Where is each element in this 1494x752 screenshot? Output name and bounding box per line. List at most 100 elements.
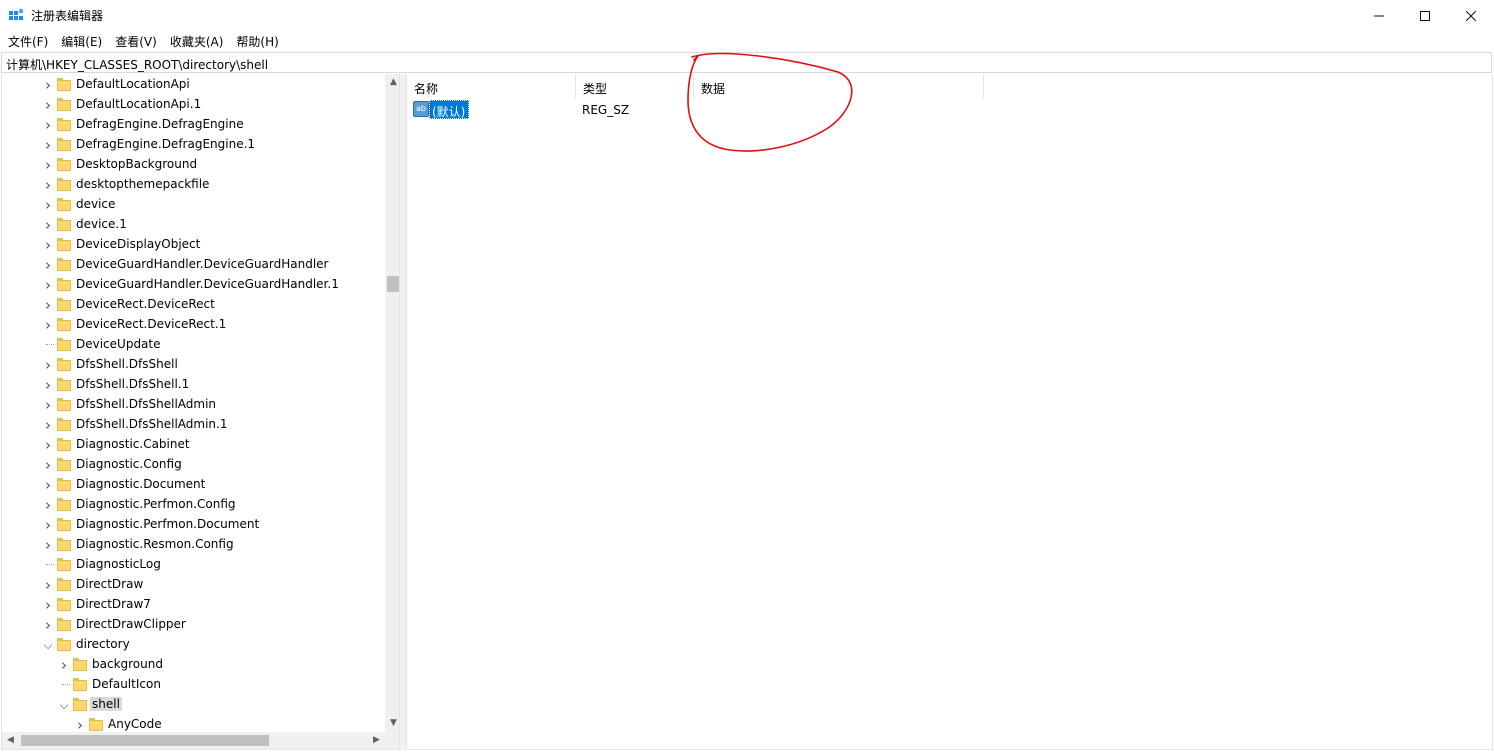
tree-item[interactable]: › DesktopBackground bbox=[2, 155, 384, 175]
tree-item[interactable]: › DfsShell.DfsShellAdmin bbox=[2, 395, 384, 415]
tree-item[interactable]: › DeviceGuardHandler.DeviceGuardHandler.1 bbox=[2, 275, 384, 295]
chevron-right-icon[interactable]: › bbox=[41, 576, 55, 594]
tree-item[interactable]: › device bbox=[2, 195, 384, 215]
folder-icon bbox=[89, 718, 103, 732]
tree-item[interactable]: DefaultIcon bbox=[2, 675, 384, 695]
chevron-right-icon[interactable]: › bbox=[41, 176, 55, 194]
tree-item[interactable]: › DefaultLocationApi bbox=[2, 75, 384, 95]
chevron-right-icon[interactable]: › bbox=[41, 436, 55, 454]
close-button[interactable] bbox=[1448, 0, 1494, 31]
chevron-right-icon[interactable]: › bbox=[41, 76, 55, 94]
tree-item[interactable]: › DirectDrawClipper bbox=[2, 615, 384, 635]
chevron-right-icon[interactable]: › bbox=[41, 476, 55, 494]
chevron-right-icon[interactable]: › bbox=[41, 616, 55, 634]
chevron-right-icon[interactable]: › bbox=[41, 196, 55, 214]
chevron-right-icon[interactable]: › bbox=[41, 316, 55, 334]
chevron-right-icon[interactable]: › bbox=[41, 416, 55, 434]
chevron-right-icon[interactable]: › bbox=[41, 276, 55, 294]
column-header-data[interactable]: 数据 bbox=[694, 74, 984, 99]
string-value-icon: ab bbox=[413, 101, 429, 117]
close-icon bbox=[1466, 10, 1476, 21]
menu-edit[interactable]: 编辑(E) bbox=[55, 31, 109, 51]
value-name[interactable]: (默认) bbox=[429, 100, 470, 119]
chevron-right-icon[interactable]: › bbox=[41, 356, 55, 374]
tree-item[interactable]: › Diagnostic.Perfmon.Document bbox=[2, 515, 384, 535]
chevron-right-icon[interactable]: › bbox=[73, 716, 87, 732]
folder-icon bbox=[73, 678, 87, 692]
tree-item[interactable]: › DeviceRect.DeviceRect.1 bbox=[2, 315, 384, 335]
tree-item-label: Diagnostic.Perfmon.Config bbox=[76, 497, 236, 511]
scroll-left-icon[interactable]: ◀ bbox=[2, 732, 19, 749]
menu-bar: 文件(F) 编辑(E) 查看(V) 收藏夹(A) 帮助(H) bbox=[0, 31, 1494, 51]
scroll-right-icon[interactable]: ▶ bbox=[368, 732, 385, 749]
folder-icon bbox=[57, 438, 71, 452]
folder-icon bbox=[57, 638, 71, 652]
tree-item[interactable]: › AnyCode bbox=[2, 715, 384, 732]
vertical-scroll-thumb[interactable] bbox=[387, 276, 399, 292]
tree-item[interactable]: › Diagnostic.Resmon.Config bbox=[2, 535, 384, 555]
chevron-right-icon[interactable]: › bbox=[41, 136, 55, 154]
scroll-down-icon[interactable]: ▼ bbox=[385, 715, 399, 732]
tree-item[interactable]: › DefragEngine.DefragEngine bbox=[2, 115, 384, 135]
tree-item-label: Diagnostic.Cabinet bbox=[76, 437, 190, 451]
chevron-right-icon[interactable]: › bbox=[41, 536, 55, 554]
chevron-right-icon[interactable]: › bbox=[41, 156, 55, 174]
tree-item-label: DfsShell.DfsShellAdmin bbox=[76, 397, 217, 411]
tree-item[interactable]: › Diagnostic.Document bbox=[2, 475, 384, 495]
tree-item[interactable]: DeviceUpdate bbox=[2, 335, 384, 355]
chevron-right-icon[interactable]: › bbox=[41, 456, 55, 474]
tree-item[interactable]: › Diagnostic.Cabinet bbox=[2, 435, 384, 455]
tree-horizontal-scrollbar[interactable]: ◀ ▶ bbox=[2, 732, 385, 749]
tree-item[interactable]: › device.1 bbox=[2, 215, 384, 235]
chevron-right-icon[interactable]: › bbox=[57, 656, 71, 674]
chevron-right-icon[interactable]: › bbox=[41, 256, 55, 274]
menu-favorites[interactable]: 收藏夹(A) bbox=[164, 31, 231, 51]
tree-item[interactable]: › DefaultLocationApi.1 bbox=[2, 95, 384, 115]
tree-item[interactable]: › Diagnostic.Perfmon.Config bbox=[2, 495, 384, 515]
tree-item[interactable]: › DefragEngine.DefragEngine.1 bbox=[2, 135, 384, 155]
chevron-right-icon[interactable]: › bbox=[41, 396, 55, 414]
tree-item-label: DeviceGuardHandler.DeviceGuardHandler bbox=[76, 257, 329, 271]
chevron-right-icon[interactable]: › bbox=[41, 216, 55, 234]
tree-item[interactable]: › DfsShell.DfsShell.1 bbox=[2, 375, 384, 395]
chevron-down-icon[interactable]: ⌵ bbox=[57, 696, 71, 714]
menu-view[interactable]: 查看(V) bbox=[109, 31, 164, 51]
scroll-up-icon[interactable]: ▲ bbox=[385, 74, 399, 91]
menu-help[interactable]: 帮助(H) bbox=[230, 31, 285, 51]
column-header-type[interactable]: 类型 bbox=[576, 74, 694, 99]
minimize-button[interactable] bbox=[1356, 0, 1402, 31]
chevron-right-icon[interactable]: › bbox=[41, 236, 55, 254]
chevron-right-icon[interactable]: › bbox=[41, 376, 55, 394]
chevron-right-icon[interactable]: › bbox=[41, 596, 55, 614]
tree-vertical-scrollbar[interactable]: ▲ ▼ bbox=[385, 74, 399, 732]
tree-item[interactable]: › DeviceDisplayObject bbox=[2, 235, 384, 255]
values-list[interactable]: 名称 类型 数据 ab (默认) REG_SZ bbox=[406, 74, 1493, 750]
chevron-right-icon[interactable]: › bbox=[41, 296, 55, 314]
chevron-right-icon[interactable]: › bbox=[41, 516, 55, 534]
tree-item[interactable]: › DeviceGuardHandler.DeviceGuardHandler bbox=[2, 255, 384, 275]
column-header-name[interactable]: 名称 bbox=[407, 74, 576, 99]
tree-item[interactable]: ⌵ shell bbox=[2, 695, 384, 715]
tree-item[interactable]: ⌵ directory bbox=[2, 635, 384, 655]
tree-item[interactable]: › desktopthemepackfile bbox=[2, 175, 384, 195]
tree-item[interactable]: › background bbox=[2, 655, 384, 675]
tree-item[interactable]: › DeviceRect.DeviceRect bbox=[2, 295, 384, 315]
horizontal-scroll-thumb[interactable] bbox=[21, 735, 269, 746]
chevron-right-icon[interactable]: › bbox=[41, 496, 55, 514]
address-bar[interactable]: 计算机\HKEY_CLASSES_ROOT\directory\shell bbox=[1, 52, 1492, 73]
key-tree[interactable]: › DefaultLocationApi › DefaultLocationApi.1… bbox=[1, 74, 400, 750]
tree-item[interactable]: › Diagnostic.Config bbox=[2, 455, 384, 475]
tree-item[interactable]: › DirectDraw bbox=[2, 575, 384, 595]
tree-item-label: DeviceRect.DeviceRect.1 bbox=[76, 317, 227, 331]
chevron-right-icon[interactable]: › bbox=[41, 116, 55, 134]
chevron-down-icon[interactable]: ⌵ bbox=[41, 636, 55, 654]
menu-file[interactable]: 文件(F) bbox=[2, 31, 55, 51]
chevron-right-icon[interactable]: › bbox=[41, 96, 55, 114]
tree-item[interactable]: DiagnosticLog bbox=[2, 555, 384, 575]
tree-item[interactable]: › DfsShell.DfsShellAdmin.1 bbox=[2, 415, 384, 435]
tree-item-label: Diagnostic.Document bbox=[76, 477, 206, 491]
value-row[interactable]: ab (默认) REG_SZ bbox=[407, 100, 1207, 120]
maximize-button[interactable] bbox=[1402, 0, 1448, 31]
tree-item[interactable]: › DfsShell.DfsShell bbox=[2, 355, 384, 375]
tree-item[interactable]: › DirectDraw7 bbox=[2, 595, 384, 615]
